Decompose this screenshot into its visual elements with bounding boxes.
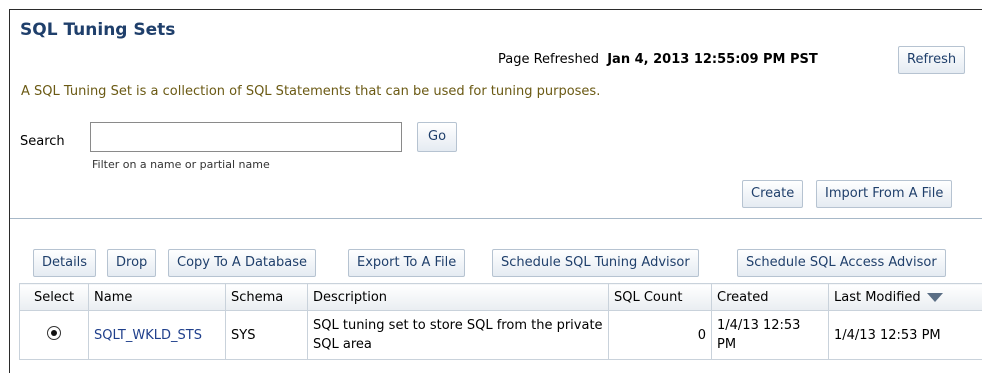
refreshed-time: Jan 4, 2013 12:55:09 PM PST: [607, 52, 818, 67]
table-row: SQLT_WKLD_STS SYS SQL tuning set to stor…: [19, 310, 982, 360]
header-last-modified-label: Last Modified: [834, 289, 921, 305]
sort-descending-icon[interactable]: [926, 292, 943, 302]
go-button[interactable]: Go: [417, 122, 458, 152]
page-title: SQL Tuning Sets: [20, 20, 176, 40]
page-description: A SQL Tuning Set is a collection of SQL …: [21, 84, 601, 99]
search-hint: Filter on a name or partial name: [92, 158, 270, 171]
header-sql-count[interactable]: SQL Count: [608, 283, 712, 311]
copy-to-database-button[interactable]: Copy To A Database: [168, 249, 316, 277]
header-description[interactable]: Description: [307, 283, 609, 311]
sql-count-cell: 0: [608, 310, 712, 360]
divider: [10, 218, 982, 219]
drop-button[interactable]: Drop: [107, 249, 157, 277]
header-schema[interactable]: Schema: [225, 283, 308, 311]
created-cell: 1/4/13 12:53 PM: [711, 310, 829, 360]
create-button[interactable]: Create: [742, 180, 804, 208]
search-input[interactable]: [90, 122, 402, 152]
import-from-file-button[interactable]: Import From A File: [816, 180, 953, 208]
description-cell: SQL tuning set to store SQL from the pri…: [307, 310, 609, 360]
search-label: Search: [20, 134, 65, 149]
export-to-file-button[interactable]: Export To A File: [348, 249, 466, 277]
schedule-sql-access-advisor-button[interactable]: Schedule SQL Access Advisor: [737, 249, 946, 277]
sql-tuning-sets-table: Select Name Schema Description SQL Count…: [19, 283, 982, 360]
details-button[interactable]: Details: [33, 249, 97, 277]
header-name[interactable]: Name: [88, 283, 226, 311]
table-header-row: Select Name Schema Description SQL Count…: [19, 283, 982, 311]
schema-cell: SYS: [225, 310, 308, 360]
name-cell: SQLT_WKLD_STS: [88, 310, 226, 360]
schedule-sql-tuning-advisor-button[interactable]: Schedule SQL Tuning Advisor: [492, 249, 699, 277]
select-cell: [19, 310, 89, 360]
row-select-radio[interactable]: [47, 326, 61, 340]
header-created[interactable]: Created: [711, 283, 829, 311]
last-modified-cell: 1/4/13 12:53 PM: [828, 310, 982, 360]
header-last-modified[interactable]: Last Modified: [828, 283, 982, 311]
refresh-button[interactable]: Refresh: [898, 46, 966, 74]
page-refreshed-info: Page Refreshed Jan 4, 2013 12:55:09 PM P…: [498, 52, 818, 67]
refreshed-label: Page Refreshed: [498, 52, 599, 67]
header-select: Select: [19, 283, 89, 311]
sql-tuning-set-name-link[interactable]: SQLT_WKLD_STS: [94, 328, 202, 343]
